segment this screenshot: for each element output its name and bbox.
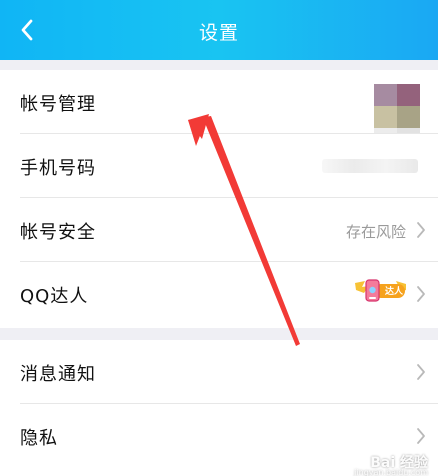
settings-row-phone-number[interactable]: 手机号码 — [0, 134, 438, 198]
settings-row-account-security[interactable]: 帐号安全 存在风险 — [0, 198, 438, 262]
settings-row-qq-master[interactable]: QQ达人 达人 — [0, 262, 438, 326]
top-navigation-bar: 设置 — [0, 0, 438, 60]
watermark-url: jingyan.baidu.com — [354, 468, 428, 476]
settings-row-account-management[interactable]: 帐号管理 — [0, 70, 438, 150]
chevron-right-icon — [416, 285, 426, 303]
settings-row-message-notification[interactable]: 消息通知 — [0, 340, 438, 404]
row-label: 帐号安全 — [20, 222, 96, 243]
chevron-right-icon — [416, 427, 426, 445]
chevron-right-icon — [416, 221, 426, 239]
security-status: 存在风险 — [345, 223, 406, 241]
row-label: QQ达人 — [20, 286, 89, 307]
row-label: 手机号码 — [20, 158, 96, 179]
settings-screen: 设置 帐号管理 手机号码 帐号安全 存在风险 QQ达人 达人 消息通知 隐私 B… — [0, 0, 438, 476]
account-settings-section: 帐号管理 手机号码 帐号安全 存在风险 QQ达人 达人 — [0, 70, 438, 328]
page-title: 设置 — [198, 22, 239, 44]
row-label: 消息通知 — [20, 364, 96, 385]
badge-label: 达人 — [385, 287, 404, 297]
blurred-phone-number — [322, 159, 418, 173]
row-label: 隐私 — [20, 428, 58, 449]
row-label: 帐号管理 — [20, 94, 96, 115]
qq-master-badge-icon: 达人 — [352, 276, 410, 304]
chevron-right-icon — [416, 363, 426, 381]
